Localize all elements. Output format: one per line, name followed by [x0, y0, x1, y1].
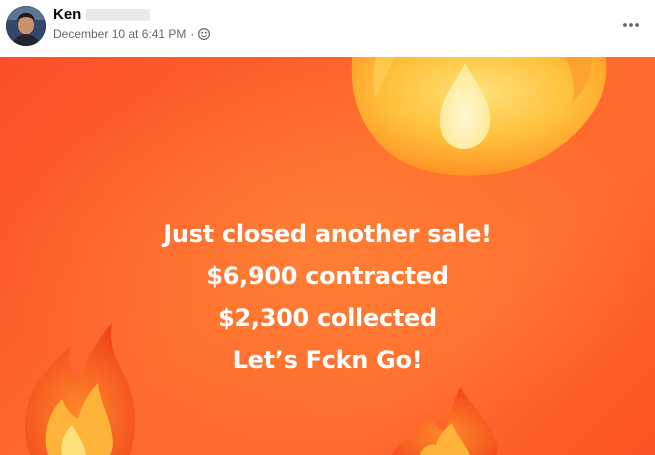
facebook-post: Ken December 10 at 6:41 PM · Just closed… [0, 0, 655, 455]
post-timestamp[interactable]: December 10 at 6:41 PM [53, 26, 186, 42]
image-text-line-2: $6,900 contracted [206, 262, 449, 290]
author-name[interactable]: Ken [53, 6, 81, 24]
image-text-line-3: $2,300 collected [218, 304, 437, 332]
post-image[interactable]: Just closed another sale! $6,900 contrac… [0, 57, 655, 455]
author-avatar[interactable] [6, 6, 46, 46]
image-text-line-4: Let’s Fckn Go! [232, 346, 423, 374]
friends-globe-icon[interactable] [198, 27, 211, 41]
post-meta: December 10 at 6:41 PM · [53, 26, 211, 42]
image-text-line-1: Just closed another sale! [163, 220, 492, 248]
more-options-button[interactable] [617, 10, 645, 38]
post-header: Ken December 10 at 6:41 PM · [0, 0, 655, 57]
post-image-text: Just closed another sale! $6,900 contrac… [0, 213, 655, 381]
name-redaction [86, 9, 150, 21]
more-options-icon [622, 15, 640, 33]
meta-separator: · [190, 27, 195, 41]
